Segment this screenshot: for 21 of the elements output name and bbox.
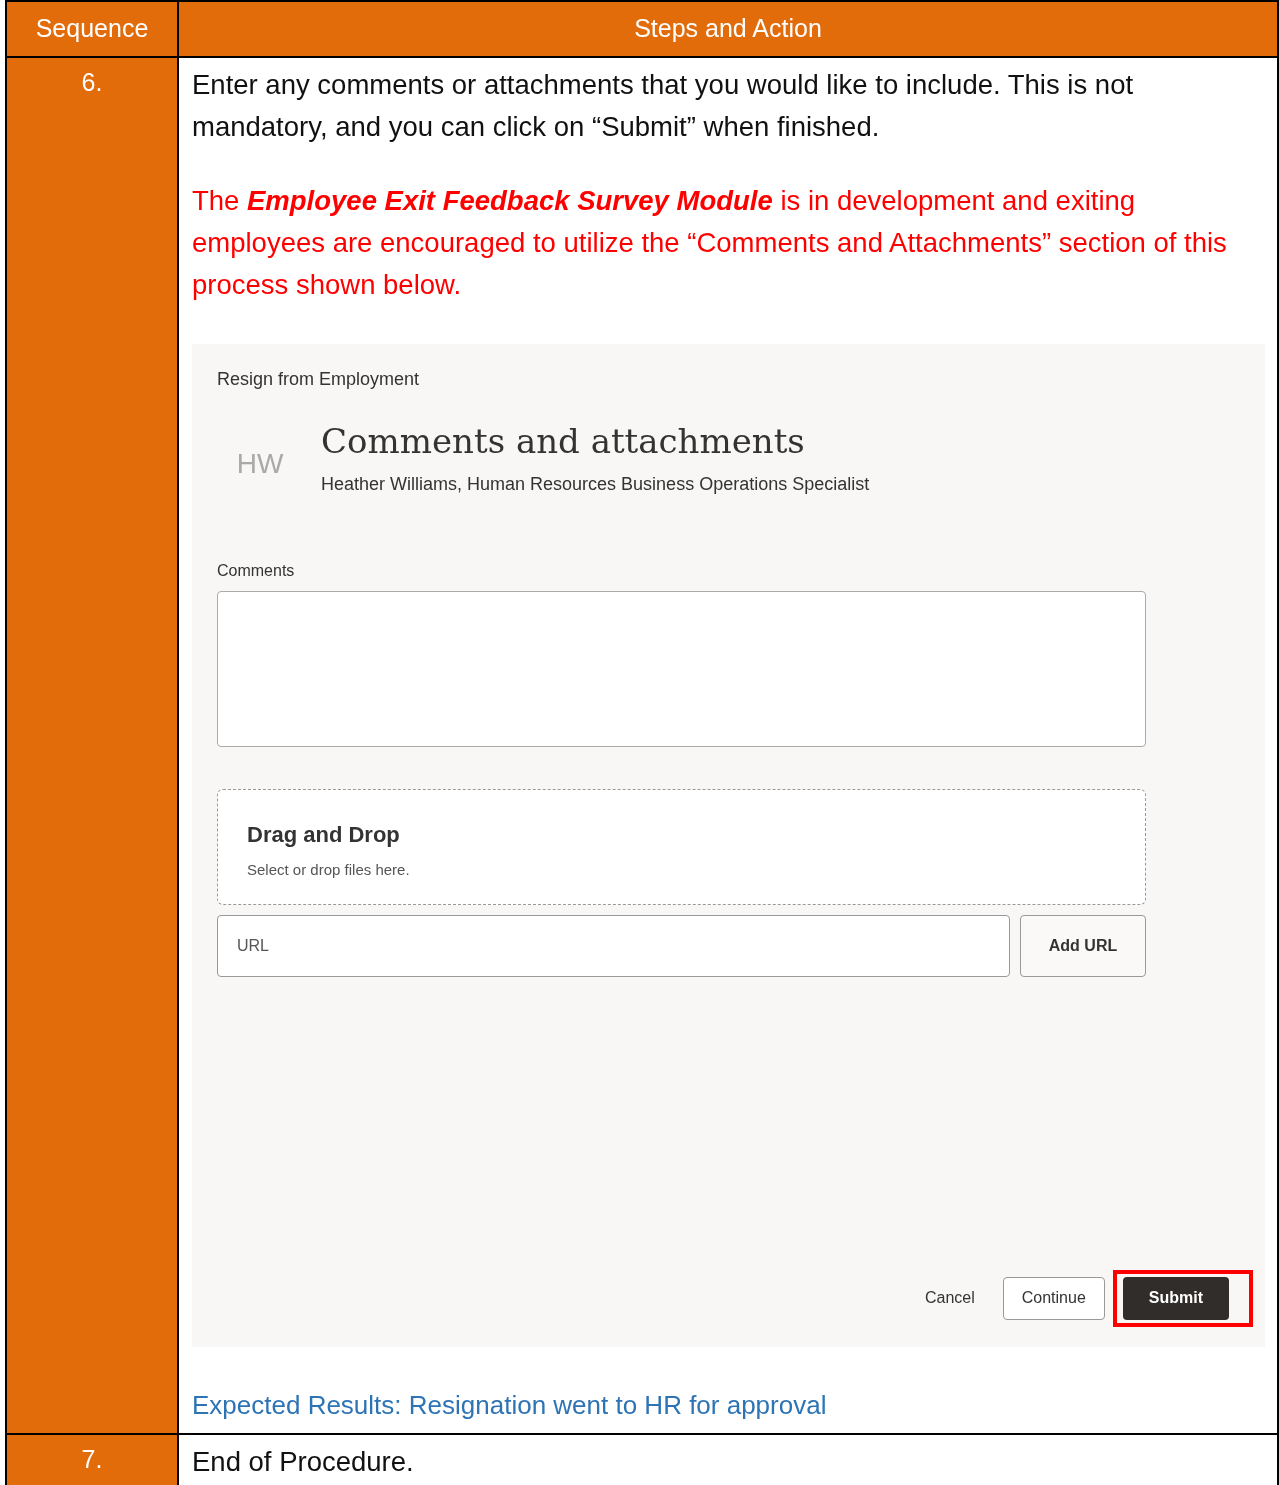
sequence-number: 6. xyxy=(6,56,178,1434)
sequence-number: 7. xyxy=(6,1433,178,1485)
section-title: Comments and attachments xyxy=(321,420,806,462)
continue-button[interactable]: Continue xyxy=(1002,1276,1105,1320)
expected-result: Expected Results: Resignation went to HR for approval xyxy=(192,1388,828,1422)
comments-field[interactable] xyxy=(217,590,1146,747)
drop-zone-title: Drag and Drop xyxy=(247,820,401,849)
drop-zone-hint: Select or drop files here. xyxy=(247,859,411,880)
submit-button[interactable]: Submit xyxy=(1122,1276,1229,1320)
drop-zone[interactable]: Drag and Drop Select or drop files here. xyxy=(217,788,1146,905)
add-url-button[interactable]: Add URL xyxy=(1020,914,1146,977)
url-field[interactable]: URL xyxy=(217,914,1010,977)
column-header: Steps and Action xyxy=(178,1,1278,57)
employee-name: Heather Williams, Human Resources Business Operations Specialist xyxy=(321,473,870,497)
warning-note: The Employee Exit Feedback Survey Module is in development and exiting employees are encouraged to utilize the “Comments and Attachments” section of this process shown below. xyxy=(192,183,1228,302)
column-header: Sequence xyxy=(6,1,178,57)
step-instruction: Enter any comments or attachments that you would like to include. This is not mandatory, and you can click on “Submit” when finished. xyxy=(192,67,1135,144)
page-title: Resign from Employment xyxy=(217,367,421,391)
field-label: Comments xyxy=(217,560,296,581)
step-instruction: End of Procedure. xyxy=(192,1444,415,1479)
cancel-link[interactable]: Cancel xyxy=(904,1278,995,1318)
